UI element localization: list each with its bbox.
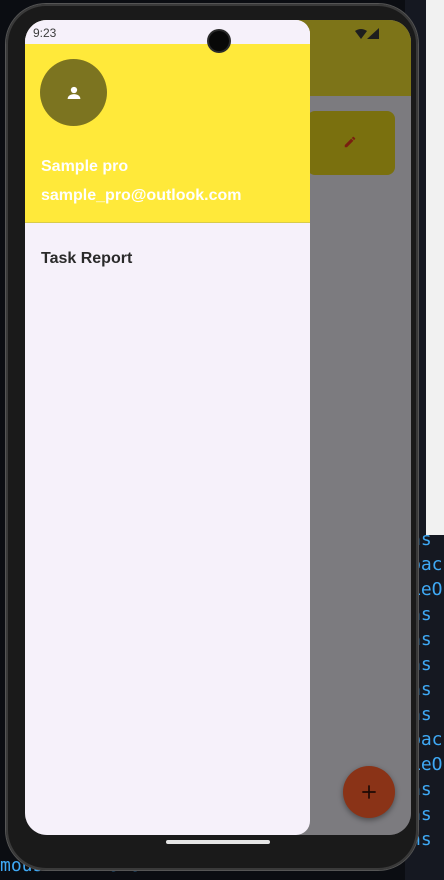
wifi-icon — [355, 29, 367, 39]
phone-frame: 9:23 Sample pro sample_pro@outlook.com T… — [6, 4, 418, 870]
signal-icon — [367, 28, 379, 39]
background-panel — [426, 0, 444, 535]
status-time: 9:23 — [33, 26, 57, 40]
front-camera — [209, 31, 229, 51]
drawer-item-label: Task Report — [41, 250, 133, 267]
app-screen: 9:23 Sample pro sample_pro@outlook.com T… — [25, 20, 411, 835]
edit-icon[interactable] — [343, 135, 357, 149]
drawer-item-task-report[interactable]: Task Report — [25, 239, 310, 279]
navigation-drawer: 9:23 Sample pro sample_pro@outlook.com T… — [25, 20, 310, 835]
add-task-button[interactable] — [343, 766, 395, 818]
home-indicator[interactable] — [166, 840, 270, 844]
account-email: sample_pro@outlook.com — [41, 187, 242, 204]
avatar[interactable] — [40, 59, 107, 126]
status-bar: 9:23 — [25, 20, 310, 44]
plus-icon — [362, 785, 376, 799]
person-icon — [67, 86, 80, 99]
account-name: Sample pro — [41, 158, 129, 175]
drawer-header: Sample pro sample_pro@outlook.com — [25, 44, 310, 223]
